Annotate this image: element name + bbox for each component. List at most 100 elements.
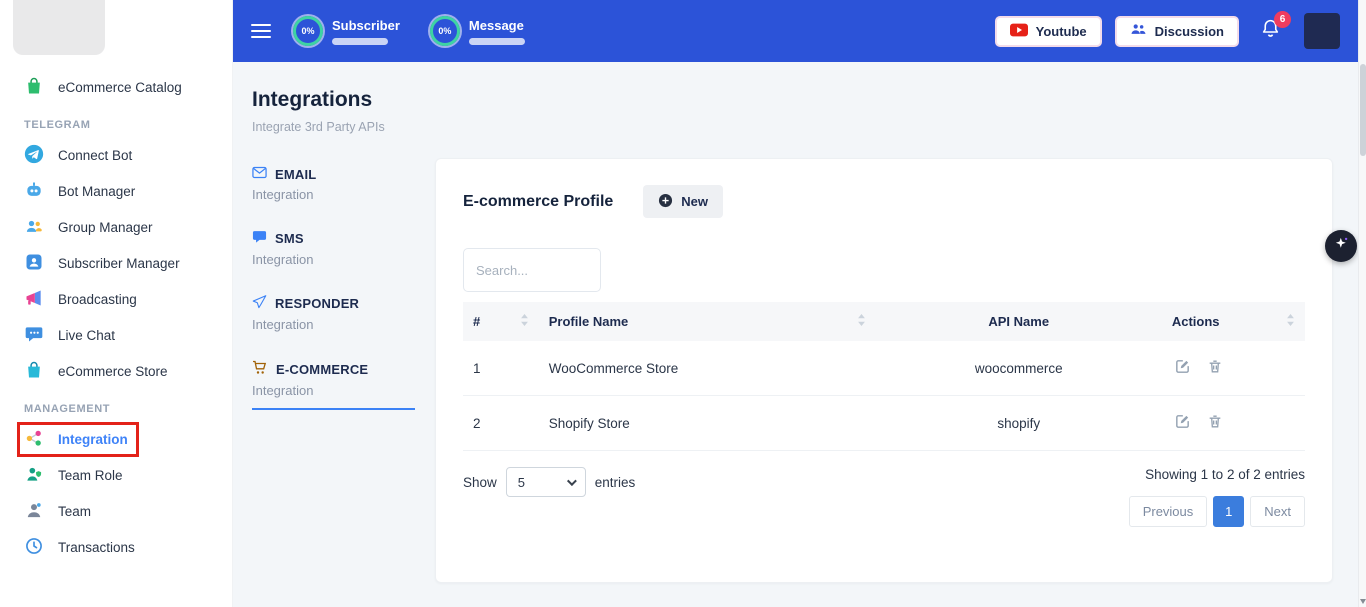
new-profile-button[interactable]: New bbox=[643, 185, 723, 218]
person-gear-icon bbox=[24, 500, 44, 523]
tab-subtitle-label: Integration bbox=[252, 383, 415, 398]
menu-toggle-button[interactable] bbox=[251, 24, 271, 38]
sidebar-item-team-role[interactable]: Team Role bbox=[13, 457, 222, 493]
showing-entries-text: Showing 1 to 2 of 2 entries bbox=[1145, 467, 1305, 482]
sidebar-item-connect-bot[interactable]: Connect Bot bbox=[13, 137, 222, 173]
column-header-actions[interactable]: Actions bbox=[1162, 302, 1305, 341]
discussion-button-label: Discussion bbox=[1155, 24, 1224, 39]
card-title: E-commerce Profile bbox=[463, 193, 613, 211]
youtube-button-label: Youtube bbox=[1036, 24, 1087, 39]
profile-avatar[interactable] bbox=[1304, 13, 1340, 49]
next-page-button[interactable]: Next bbox=[1250, 496, 1305, 527]
notification-badge: 6 bbox=[1274, 11, 1291, 28]
sidebar-section-telegram: TELEGRAM bbox=[24, 119, 222, 131]
row-api-name: shopify bbox=[876, 396, 1162, 451]
sidebar-item-transactions[interactable]: Transactions bbox=[13, 529, 222, 565]
sidebar-item-group-manager[interactable]: Group Manager bbox=[13, 209, 222, 245]
show-entries-control: Show 5 entries bbox=[463, 467, 635, 497]
chat-bubble-icon bbox=[24, 324, 44, 347]
sidebar-item-live-chat[interactable]: Live Chat bbox=[13, 317, 222, 353]
sidebar-item-label: Connect Bot bbox=[58, 148, 132, 163]
previous-page-button[interactable]: Previous bbox=[1129, 496, 1208, 527]
sidebar-item-label: Subscriber Manager bbox=[58, 256, 180, 271]
table-row: 2 Shopify Store shopify bbox=[463, 396, 1305, 451]
sms-bubble-icon bbox=[252, 230, 267, 247]
bell-icon bbox=[1260, 26, 1281, 43]
page-size-value: 5 bbox=[518, 475, 525, 490]
sidebar-item-label: Transactions bbox=[58, 540, 135, 555]
message-progress-ring: 0% bbox=[430, 16, 460, 46]
sidebar-item-integration[interactable]: Integration bbox=[13, 421, 222, 457]
page-title: Integrations bbox=[252, 88, 1333, 112]
people-icon bbox=[1130, 23, 1147, 40]
youtube-button[interactable]: Youtube bbox=[995, 16, 1102, 47]
page-subtitle: Integrate 3rd Party APIs bbox=[252, 120, 1333, 134]
page-1-button[interactable]: 1 bbox=[1213, 496, 1244, 527]
sidebar-item-broadcasting[interactable]: Broadcasting bbox=[13, 281, 222, 317]
envelope-icon bbox=[252, 166, 267, 182]
table-row: 1 WooCommerce Store woocommerce bbox=[463, 341, 1305, 396]
clock-icon bbox=[24, 536, 44, 559]
subscriber-usage: 0% Subscriber bbox=[293, 16, 400, 46]
integration-tabs: EMAIL Integration SMS Integration bbox=[252, 160, 415, 422]
sidebar-item-label: Team bbox=[58, 504, 91, 519]
tab-sms-integration[interactable]: SMS Integration bbox=[252, 224, 415, 277]
profiles-table: # Profile Name API Name Actions bbox=[463, 302, 1305, 451]
usage-stats: 0% Subscriber 0% Message bbox=[293, 16, 525, 46]
row-profile-name: WooCommerce Store bbox=[539, 341, 876, 396]
tab-subtitle-label: Integration bbox=[252, 252, 415, 267]
paper-plane-icon bbox=[252, 295, 267, 312]
column-header-index[interactable]: # bbox=[463, 302, 539, 341]
sort-icon bbox=[1286, 314, 1295, 329]
new-button-label: New bbox=[681, 194, 708, 209]
app-root: eCommerce Catalog TELEGRAM Connect Bot B… bbox=[0, 0, 1366, 607]
ecommerce-profile-card: E-commerce Profile New # bbox=[435, 158, 1333, 583]
tab-title-label: E-COMMERCE bbox=[276, 362, 368, 377]
scrollbar-down-arrow[interactable] bbox=[1360, 599, 1366, 604]
person-shield-icon bbox=[24, 464, 44, 487]
cart-icon bbox=[252, 360, 268, 378]
delete-button[interactable] bbox=[1205, 356, 1225, 380]
sidebar-item-team[interactable]: Team bbox=[13, 493, 222, 529]
show-label: Show bbox=[463, 475, 497, 490]
row-index: 1 bbox=[463, 341, 539, 396]
tab-ecommerce-integration[interactable]: E-COMMERCE Integration bbox=[252, 354, 415, 410]
scrollbar-track[interactable] bbox=[1358, 0, 1366, 607]
shopping-bag-icon bbox=[24, 76, 44, 99]
sort-icon bbox=[857, 314, 866, 329]
tab-responder-integration[interactable]: RESPONDER Integration bbox=[252, 289, 415, 342]
tab-subtitle-label: Integration bbox=[252, 317, 415, 332]
message-progress-bar bbox=[469, 38, 525, 45]
column-header-profile-name[interactable]: Profile Name bbox=[539, 302, 876, 341]
plus-circle-icon bbox=[658, 193, 673, 211]
assistant-fab-button[interactable] bbox=[1325, 230, 1357, 262]
sparkle-icon bbox=[1333, 235, 1350, 257]
table-header-row: # Profile Name API Name Actions bbox=[463, 302, 1305, 341]
sidebar-item-label: Team Role bbox=[58, 468, 123, 483]
sidebar-item-ecommerce-store[interactable]: eCommerce Store bbox=[13, 353, 222, 389]
delete-button[interactable] bbox=[1205, 411, 1225, 435]
discussion-button[interactable]: Discussion bbox=[1115, 16, 1239, 47]
notifications-button[interactable]: 6 bbox=[1260, 18, 1281, 44]
edit-button[interactable] bbox=[1172, 356, 1193, 380]
scrollbar-thumb[interactable] bbox=[1360, 64, 1366, 156]
tab-email-integration[interactable]: EMAIL Integration bbox=[252, 160, 415, 212]
main-area: 0% Subscriber 0% Message bbox=[233, 0, 1366, 607]
contact-card-icon bbox=[24, 252, 44, 275]
search-input[interactable] bbox=[463, 248, 601, 292]
sidebar-item-bot-manager[interactable]: Bot Manager bbox=[13, 173, 222, 209]
sidebar-item-subscriber-manager[interactable]: Subscriber Manager bbox=[13, 245, 222, 281]
page-content: Integrations Integrate 3rd Party APIs EM… bbox=[233, 62, 1366, 607]
edit-button[interactable] bbox=[1172, 411, 1193, 435]
sidebar-item-ecommerce-catalog[interactable]: eCommerce Catalog bbox=[13, 69, 222, 105]
integration-icon bbox=[24, 428, 44, 451]
sidebar: eCommerce Catalog TELEGRAM Connect Bot B… bbox=[0, 0, 233, 607]
app-logo[interactable] bbox=[13, 0, 105, 55]
tab-title-label: RESPONDER bbox=[275, 296, 359, 311]
page-size-select[interactable]: 5 bbox=[506, 467, 586, 497]
topbar-right: Youtube Discussion 6 bbox=[995, 13, 1340, 49]
sidebar-item-label: Group Manager bbox=[58, 220, 153, 235]
sidebar-item-label: Live Chat bbox=[58, 328, 115, 343]
chevron-down-icon bbox=[567, 476, 577, 486]
column-header-api-name[interactable]: API Name bbox=[876, 302, 1162, 341]
